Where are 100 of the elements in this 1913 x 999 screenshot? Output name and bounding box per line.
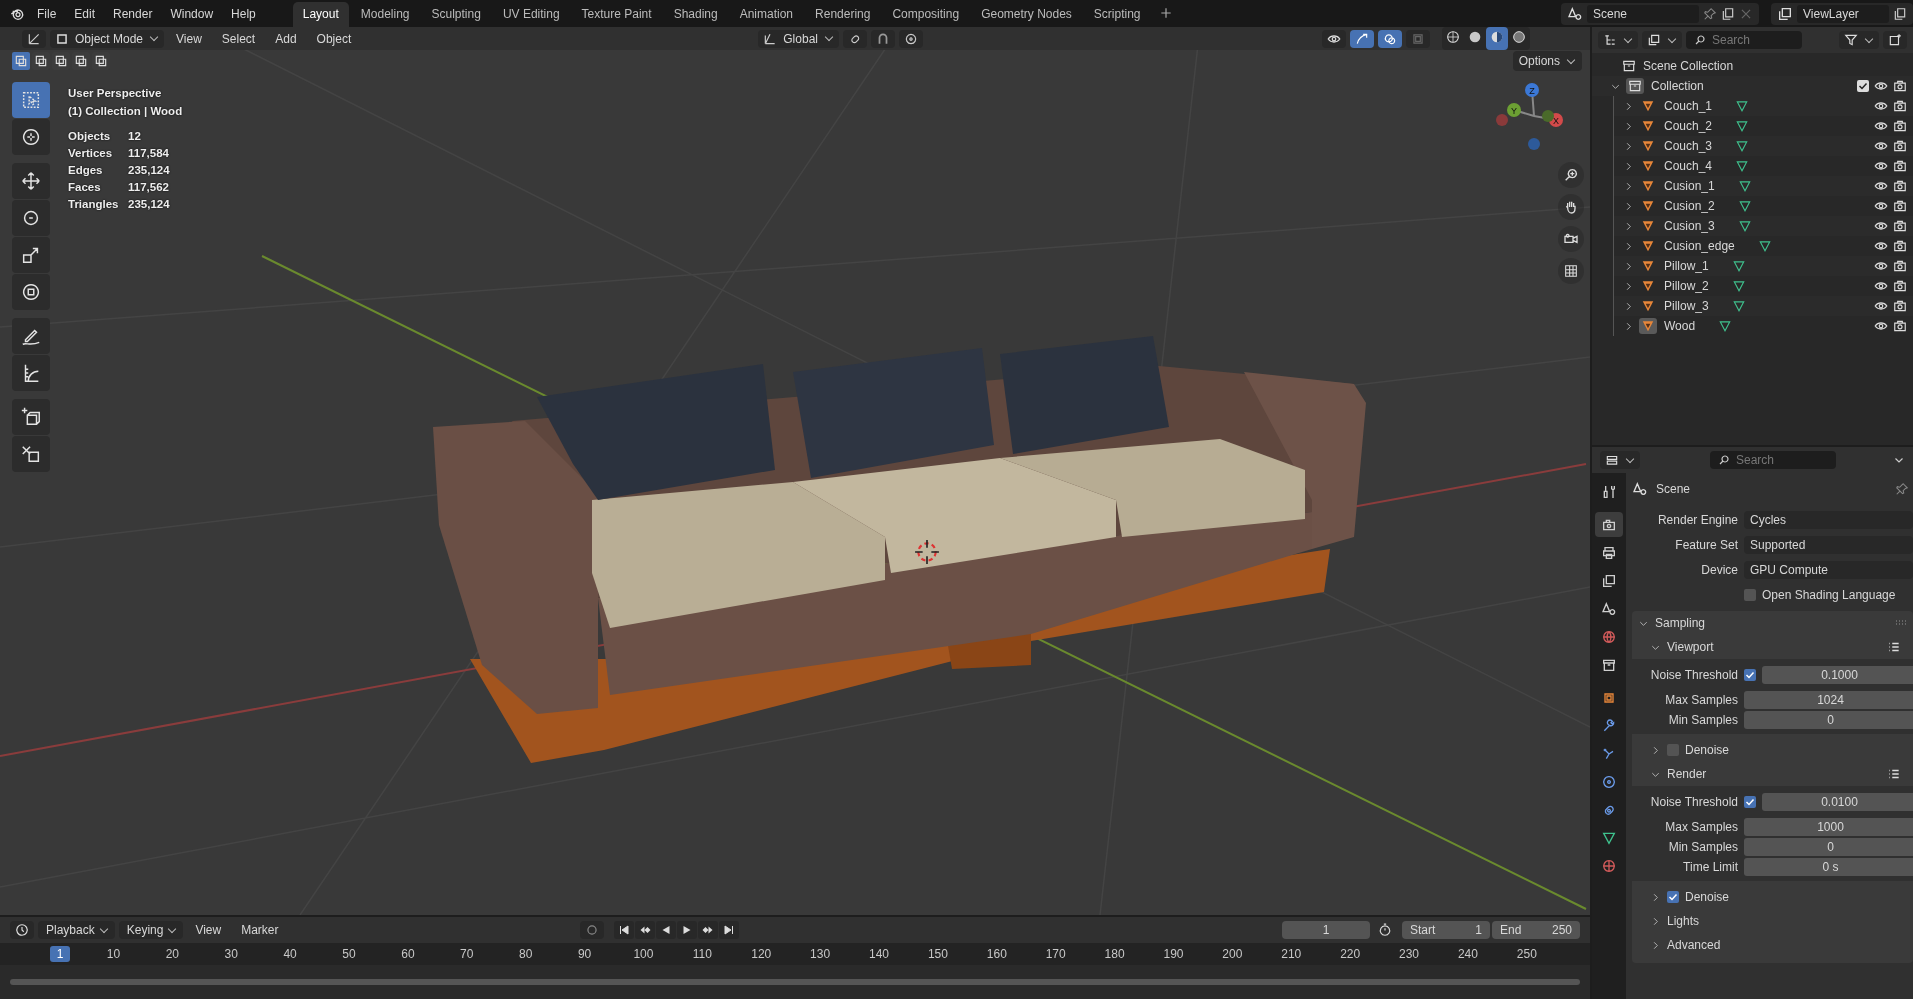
eye-icon[interactable] <box>1874 299 1888 313</box>
workspace-tab[interactable]: Compositing <box>882 2 970 27</box>
menu-item[interactable]: View <box>168 31 210 46</box>
mesh-data-icon[interactable] <box>1718 319 1733 333</box>
display-mode-button[interactable] <box>1598 31 1638 49</box>
checkbox[interactable] <box>1667 891 1679 903</box>
shapes-icon[interactable] <box>1567 5 1583 22</box>
copy-icon[interactable] <box>1893 6 1907 21</box>
eye-icon[interactable] <box>1874 139 1888 153</box>
workspace-tab[interactable]: Texture Paint <box>571 2 662 27</box>
camera-icon[interactable] <box>1893 219 1907 233</box>
tree-item[interactable]: Cusion_2 <box>1664 199 1715 213</box>
workspace-tab[interactable]: UV Editing <box>492 2 570 27</box>
camera-icon[interactable] <box>1893 119 1907 133</box>
menu-item[interactable]: File <box>30 6 64 21</box>
number-field[interactable]: 0.0100 <box>1762 793 1913 811</box>
dropdown[interactable]: Supported <box>1744 535 1913 554</box>
filter-button[interactable] <box>1839 31 1879 49</box>
menu-item[interactable]: View <box>187 923 230 937</box>
pivot-button[interactable] <box>842 29 867 48</box>
tool-button[interactable] <box>12 274 50 310</box>
options-dropdown[interactable]: Options <box>1512 51 1582 71</box>
play-button[interactable] <box>676 921 697 939</box>
eye-icon[interactable] <box>1874 219 1888 233</box>
camera-icon[interactable] <box>1893 299 1907 313</box>
subpanel-title[interactable]: Advanced <box>1667 938 1721 952</box>
workspace-tab[interactable]: Animation <box>729 2 804 27</box>
mesh-data-icon[interactable] <box>1731 299 1746 313</box>
subpanel-title[interactable]: Denoise <box>1685 890 1730 904</box>
jump-end-button[interactable] <box>718 921 739 939</box>
record-button[interactable] <box>579 921 604 939</box>
tree-item[interactable]: Couch_3 <box>1664 139 1713 153</box>
workspace-tab[interactable]: Shading <box>663 2 728 27</box>
camera-icon[interactable] <box>1893 199 1907 213</box>
drag-handle-icon[interactable] <box>1895 620 1907 626</box>
mesh-data-icon[interactable] <box>1731 279 1746 293</box>
current-frame-marker[interactable]: 1 <box>50 946 70 962</box>
menu-item[interactable]: Object <box>308 31 360 46</box>
snap-button[interactable] <box>870 29 895 48</box>
view-layer-field[interactable]: ViewLayer <box>1797 4 1889 23</box>
tool-button[interactable] <box>12 436 50 472</box>
image-stack-icon[interactable] <box>1777 5 1793 22</box>
tree-item[interactable]: Collection <box>1651 79 1704 93</box>
tree-item[interactable]: Wood <box>1664 319 1696 333</box>
mesh-data-icon[interactable] <box>1737 179 1752 193</box>
scrollbar[interactable] <box>10 979 1580 985</box>
tree-item[interactable]: Scene Collection <box>1643 59 1734 73</box>
next-keyframe-button[interactable] <box>697 921 718 939</box>
tool-button[interactable] <box>12 318 50 354</box>
eye-icon[interactable] <box>1874 79 1888 93</box>
copy-icon[interactable] <box>1721 6 1735 21</box>
orientation-dropdown[interactable]: Global <box>758 29 839 48</box>
tool-button[interactable] <box>12 200 50 236</box>
camera-icon[interactable] <box>1893 139 1907 153</box>
checkbox[interactable] <box>1744 669 1756 681</box>
tool-button[interactable] <box>12 237 50 273</box>
workspace-tab[interactable]: Rendering <box>805 2 881 27</box>
workspace-tab[interactable]: Sculpting <box>421 2 491 27</box>
select-mode-button[interactable] <box>12 52 30 70</box>
tree-item[interactable]: Pillow_1 <box>1664 259 1709 273</box>
number-field[interactable]: 0 <box>1744 711 1913 729</box>
menu-item[interactable]: Add <box>267 31 305 46</box>
menu-item[interactable]: Edit <box>67 6 103 21</box>
tree-item[interactable]: Pillow_2 <box>1664 279 1709 293</box>
checkbox[interactable] <box>1744 796 1756 808</box>
mesh-data-icon[interactable] <box>1737 199 1752 213</box>
editor-type-button[interactable] <box>10 921 34 939</box>
number-field[interactable]: 0 <box>1744 838 1913 856</box>
camera-icon[interactable] <box>1893 239 1907 253</box>
tree-item[interactable]: Cusion_3 <box>1664 219 1715 233</box>
mesh-data-icon[interactable] <box>1757 239 1772 253</box>
eye-icon[interactable] <box>1874 319 1888 333</box>
subpanel-title[interactable]: Lights <box>1667 914 1700 928</box>
mesh-data-icon[interactable] <box>1731 259 1746 273</box>
editor-type-button[interactable] <box>22 29 46 48</box>
camera-icon[interactable] <box>1893 79 1907 93</box>
play-reverse-button[interactable] <box>655 921 676 939</box>
subpanel-title[interactable]: Render <box>1667 767 1707 781</box>
start-frame-field[interactable]: Start 1 <box>1402 921 1490 939</box>
eye-icon[interactable] <box>1874 259 1888 273</box>
menu-item[interactable]: Window <box>163 6 221 21</box>
eye-icon[interactable] <box>1874 239 1888 253</box>
ortho-button[interactable] <box>1558 258 1584 284</box>
eye-icon[interactable] <box>1874 99 1888 113</box>
dropdown[interactable]: GPU Compute <box>1744 560 1913 579</box>
frame-ruler[interactable]: 1 10 20 30 40 50 60 70 80 90 100 110 120 130 140 150 160 170 180 190 200 210 220 230 240 250 <box>0 943 1590 965</box>
jump-start-button[interactable] <box>613 921 634 939</box>
menu-item[interactable]: Marker <box>233 923 287 937</box>
number-field[interactable]: 0.1000 <box>1762 666 1913 684</box>
dropdown[interactable]: Cycles <box>1744 510 1913 529</box>
workspace-tab[interactable]: Modeling <box>350 2 420 27</box>
pan-button[interactable] <box>1558 194 1584 220</box>
scene-field[interactable]: Scene <box>1587 4 1699 23</box>
checkbox[interactable] <box>1744 588 1756 601</box>
tree-item[interactable]: Cusion_edge <box>1664 239 1735 253</box>
gizmo-button[interactable] <box>1350 29 1374 48</box>
select-mode-button[interactable] <box>72 52 90 70</box>
tree-item[interactable]: Pillow_3 <box>1664 299 1709 313</box>
mesh-object-icon[interactable] <box>1639 318 1657 334</box>
mesh-data-icon[interactable] <box>1737 219 1752 233</box>
